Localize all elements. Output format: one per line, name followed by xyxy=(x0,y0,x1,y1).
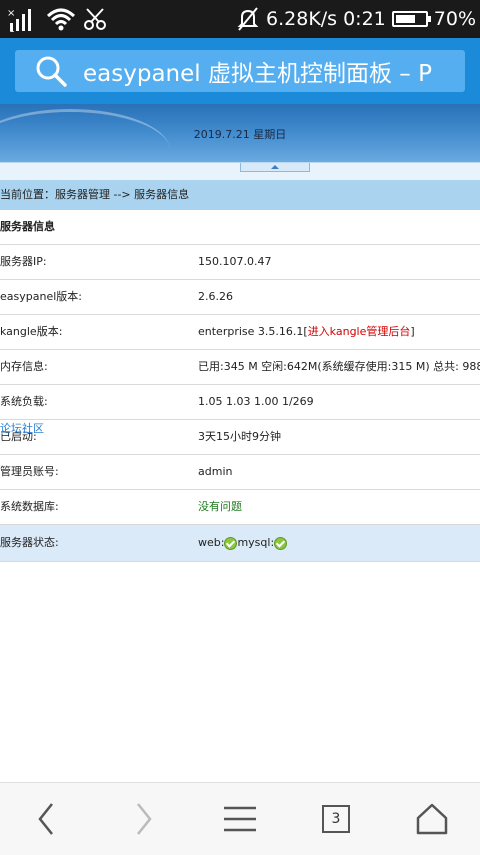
tabs-button[interactable]: 3 xyxy=(314,797,358,841)
svg-text:1: 1 xyxy=(9,25,15,33)
row-value: 2.6.26 xyxy=(198,290,233,303)
bracket-close: ] xyxy=(410,325,415,338)
table-row: kangle版本: enterprise 3.5.16.1[进入kangle管理… xyxy=(0,315,480,350)
collapse-toggle[interactable] xyxy=(240,163,310,172)
table-title: 服务器信息 xyxy=(0,220,55,233)
row-label: 系统负载: xyxy=(0,395,48,408)
forward-button[interactable] xyxy=(122,797,166,841)
row-value: admin xyxy=(198,465,233,478)
row-label: 服务器IP: xyxy=(0,255,47,268)
breadcrumb: 当前位置：服务器管理 --> 服务器信息 xyxy=(0,180,480,210)
banner-date: 2019.7.21 星期日 xyxy=(193,128,287,141)
row-label: kangle版本: xyxy=(0,325,63,338)
table-row: 服务器状态: web: mysql: xyxy=(0,525,480,562)
status-left-icons: × 1 xyxy=(6,4,108,34)
server-status-value: web: mysql: xyxy=(198,525,288,561)
table-row: 已启动: 3天15小时9分钟 xyxy=(0,420,480,455)
browser-bottom-nav: 3 xyxy=(0,782,480,855)
web-label: web: xyxy=(198,536,225,549)
table-row: 服务器IP: 150.107.0.47 xyxy=(0,245,480,280)
home-icon xyxy=(416,803,448,835)
site-banner: 2019.7.21 星期日 xyxy=(0,104,480,162)
row-label: 管理员账号: xyxy=(0,465,59,478)
mysql-label: mysql: xyxy=(237,536,275,549)
table-header-row: 服务器信息 xyxy=(0,210,480,245)
status-bar: × 1 6.28K/s 0:21 70% xyxy=(0,0,480,38)
tab-count: 3 xyxy=(331,811,341,827)
check-icon xyxy=(274,536,288,550)
row-label: 服务器状态: xyxy=(0,536,59,549)
clock: 0:21 xyxy=(343,8,386,30)
row-value: 150.107.0.47 xyxy=(198,255,272,268)
row-label: easypanel版本: xyxy=(0,290,82,303)
battery-percent: 70% xyxy=(433,8,476,30)
row-label: 内存信息: xyxy=(0,360,48,373)
row-value: 已用:345 M 空闲:642M(系统缓存使用:315 M) 总共: 988 xyxy=(198,360,480,373)
row-value: 1.05 1.03 1.00 1/269 xyxy=(198,395,314,408)
table-row: 管理员账号: admin xyxy=(0,455,480,490)
kangle-admin-link[interactable]: 进入kangle管理后台 xyxy=(308,325,411,338)
browser-toolbar: easypanel 虚拟主机控制面板 – P xyxy=(0,38,480,104)
check-icon xyxy=(224,536,238,550)
battery-icon xyxy=(391,11,431,27)
chevron-left-icon xyxy=(38,803,53,835)
address-bar[interactable]: easypanel 虚拟主机控制面板 – P xyxy=(15,50,465,92)
table-row: 系统数据库: 没有问题 xyxy=(0,490,480,525)
battery-fill xyxy=(395,15,416,23)
menu-icon xyxy=(224,806,256,832)
menu-button[interactable] xyxy=(218,797,262,841)
home-button[interactable] xyxy=(410,797,454,841)
table-row: easypanel版本: 2.6.26 xyxy=(0,280,480,315)
tabs-icon: 3 xyxy=(322,805,350,833)
search-icon[interactable] xyxy=(33,53,69,89)
svg-text:×: × xyxy=(7,8,15,19)
row-label: 系统数据库: xyxy=(0,500,59,513)
scissors-icon xyxy=(84,8,106,30)
row-value-group: enterprise 3.5.16.1[进入kangle管理后台] xyxy=(198,315,415,349)
table-row: 系统负载: 1.05 1.03 1.00 1/269 xyxy=(0,385,480,420)
status-right: 6.28K/s 0:21 70% xyxy=(236,0,476,38)
mute-bell-icon xyxy=(237,7,259,31)
row-value: 没有问题 xyxy=(198,500,242,513)
server-info-table: 服务器信息 服务器IP: 150.107.0.47 easypanel版本: 2… xyxy=(0,210,480,562)
chevron-right-icon xyxy=(137,803,152,835)
network-speed: 6.28K/s xyxy=(266,8,338,30)
signal-icon: × 1 xyxy=(7,8,31,33)
row-value: enterprise 3.5.16.1 xyxy=(198,325,304,338)
wifi-icon xyxy=(46,8,76,31)
row-value: 3天15小时9分钟 xyxy=(198,430,281,443)
page-title[interactable]: easypanel 虚拟主机控制面板 – P xyxy=(83,54,432,88)
forum-link[interactable]: 论坛社区 xyxy=(0,420,44,436)
table-row: 内存信息: 已用:345 M 空闲:642M(系统缓存使用:315 M) 总共:… xyxy=(0,350,480,385)
back-button[interactable] xyxy=(24,797,68,841)
